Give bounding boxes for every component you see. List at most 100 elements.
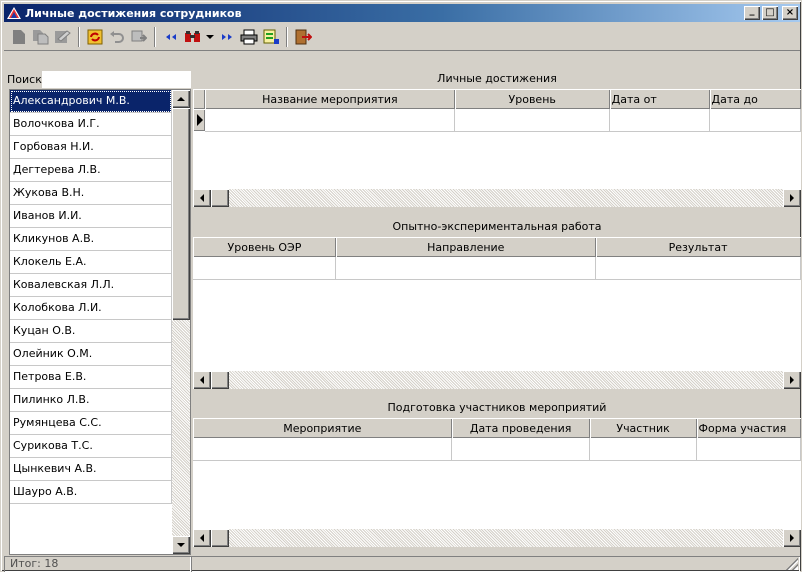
column-header[interactable]: Уровень ОЭР	[193, 237, 336, 257]
table-cell[interactable]	[193, 438, 453, 461]
table-cell[interactable]	[335, 257, 597, 280]
maximize-button[interactable]: □	[762, 6, 778, 20]
scroll-thumb[interactable]	[211, 529, 229, 547]
column-header[interactable]: Форма участия	[696, 418, 801, 438]
table-row[interactable]	[193, 438, 801, 461]
table-cell[interactable]	[451, 438, 591, 461]
employee-list-item[interactable]: Цынкевич А.В.	[10, 458, 172, 481]
achievements-title: Личные достижения	[437, 72, 557, 85]
export-icon[interactable]	[128, 26, 150, 48]
column-header[interactable]: Дата от	[609, 89, 710, 109]
scroll-down-button[interactable]	[172, 536, 190, 554]
search-input[interactable]	[42, 71, 191, 88]
scroll-right-button[interactable]	[783, 189, 801, 207]
achievements-grid[interactable]: Название мероприятия Уровень Дата от Дат…	[193, 89, 801, 189]
employee-list-item[interactable]: Пилинко Л.В.	[10, 389, 172, 412]
employee-list-item[interactable]: Александрович М.В.	[10, 90, 172, 113]
scroll-right-button[interactable]	[783, 371, 801, 389]
table-row[interactable]	[193, 257, 801, 280]
close-button[interactable]: ×	[782, 6, 798, 20]
column-header[interactable]: Уровень	[454, 89, 610, 109]
arrow-right-icon	[790, 194, 794, 202]
refresh-icon[interactable]	[84, 26, 106, 48]
toolbar	[4, 23, 800, 51]
scroll-left-button[interactable]	[193, 371, 211, 389]
scroll-up-button[interactable]	[172, 90, 190, 108]
column-header[interactable]: Название мероприятия	[204, 89, 455, 109]
employee-list-item[interactable]: Кликунов А.В.	[10, 228, 172, 251]
exit-icon[interactable]	[292, 26, 314, 48]
employee-list-item[interactable]: Жукова В.Н.	[10, 182, 172, 205]
prev-icon[interactable]	[160, 26, 182, 48]
research-title: Опытно-экспериментальная работа	[392, 220, 602, 233]
employee-list-item[interactable]: Куцан О.В.	[10, 320, 172, 343]
find-icon[interactable]	[182, 26, 204, 48]
print-icon[interactable]	[238, 26, 260, 48]
toolbar-separator	[154, 26, 156, 47]
scroll-thumb[interactable]	[211, 371, 229, 389]
employee-list-item[interactable]: Ковалевская Л.Л.	[10, 274, 172, 297]
table-cell[interactable]	[595, 257, 801, 280]
training-grid[interactable]: Мероприятие Дата проведения Участник Фор…	[193, 418, 801, 529]
employee-list-item[interactable]: Петрова Е.В.	[10, 366, 172, 389]
row-indicator	[193, 109, 205, 131]
title-bar[interactable]: Личные достижения сотрудников _ □ ×	[4, 4, 800, 22]
employee-list-item[interactable]: Колобкова Л.И.	[10, 297, 172, 320]
table-row[interactable]	[193, 109, 801, 132]
minimize-button[interactable]: _	[744, 6, 760, 20]
column-header[interactable]: Дата до	[709, 89, 801, 109]
toolbar-separator	[78, 26, 80, 47]
employee-list-item[interactable]: Иванов И.И.	[10, 205, 172, 228]
status-bar: Итог: 18	[4, 556, 800, 572]
employee-list[interactable]: Александрович М.В. Волочкова И.Г. Горбовая…	[9, 89, 191, 555]
scroll-thumb[interactable]	[211, 189, 229, 207]
table-cell[interactable]	[193, 257, 337, 280]
scroll-right-button[interactable]	[783, 529, 801, 547]
employee-list-item[interactable]: Волочкова И.Г.	[10, 113, 172, 136]
column-header[interactable]: Участник	[589, 418, 697, 438]
window-title: Личные достижения сотрудников	[25, 6, 242, 20]
column-header[interactable]: Направление	[335, 237, 596, 257]
employee-list-item[interactable]: Дегтерева Л.В.	[10, 159, 172, 182]
research-hscrollbar[interactable]	[193, 371, 801, 389]
row-indicator-header	[193, 89, 205, 109]
search-label: Поиск	[7, 73, 42, 86]
table-cell[interactable]	[589, 438, 698, 461]
edit-document-icon[interactable]	[52, 26, 74, 48]
employee-list-item[interactable]: Горбовая Н.И.	[10, 136, 172, 159]
new-document-icon[interactable]	[8, 26, 30, 48]
table-cell[interactable]	[609, 109, 711, 132]
find-dropdown-icon[interactable]	[204, 26, 216, 48]
close-icon: ×	[785, 7, 795, 18]
undo-icon[interactable]	[106, 26, 128, 48]
table-cell[interactable]	[696, 438, 801, 461]
table-cell[interactable]	[709, 109, 801, 132]
employee-list-scrollbar[interactable]	[172, 90, 190, 554]
scroll-left-button[interactable]	[193, 529, 211, 547]
research-grid[interactable]: Уровень ОЭР Направление Результат	[193, 237, 801, 371]
employee-list-item[interactable]: Румянцева С.С.	[10, 412, 172, 435]
table-cell[interactable]	[204, 109, 456, 132]
training-title: Подготовка участников мероприятий	[387, 401, 607, 414]
arrow-up-icon	[177, 97, 185, 101]
arrow-right-icon	[790, 534, 794, 542]
employee-list-item[interactable]: Олейник О.М.	[10, 343, 172, 366]
copy-document-icon[interactable]	[30, 26, 52, 48]
status-total: Итог: 18	[4, 556, 191, 572]
employee-list-item[interactable]: Сурикова Т.С.	[10, 435, 172, 458]
main-window: Личные достижения сотрудников _ □ × Поис…	[0, 0, 802, 572]
column-header[interactable]: Мероприятие	[193, 418, 452, 438]
resize-grip-icon[interactable]	[786, 558, 798, 570]
current-row-icon	[197, 114, 203, 126]
employee-list-item[interactable]: Клокель Е.А.	[10, 251, 172, 274]
column-header[interactable]: Дата проведения	[451, 418, 590, 438]
scroll-thumb[interactable]	[172, 108, 190, 320]
training-hscrollbar[interactable]	[193, 529, 801, 547]
achievements-hscrollbar[interactable]	[193, 189, 801, 207]
scroll-left-button[interactable]	[193, 189, 211, 207]
table-cell[interactable]	[454, 109, 611, 132]
preview-icon[interactable]	[260, 26, 282, 48]
column-header[interactable]: Результат	[595, 237, 801, 257]
next-icon[interactable]	[216, 26, 238, 48]
employee-list-item[interactable]: Шауро А.В.	[10, 481, 172, 504]
